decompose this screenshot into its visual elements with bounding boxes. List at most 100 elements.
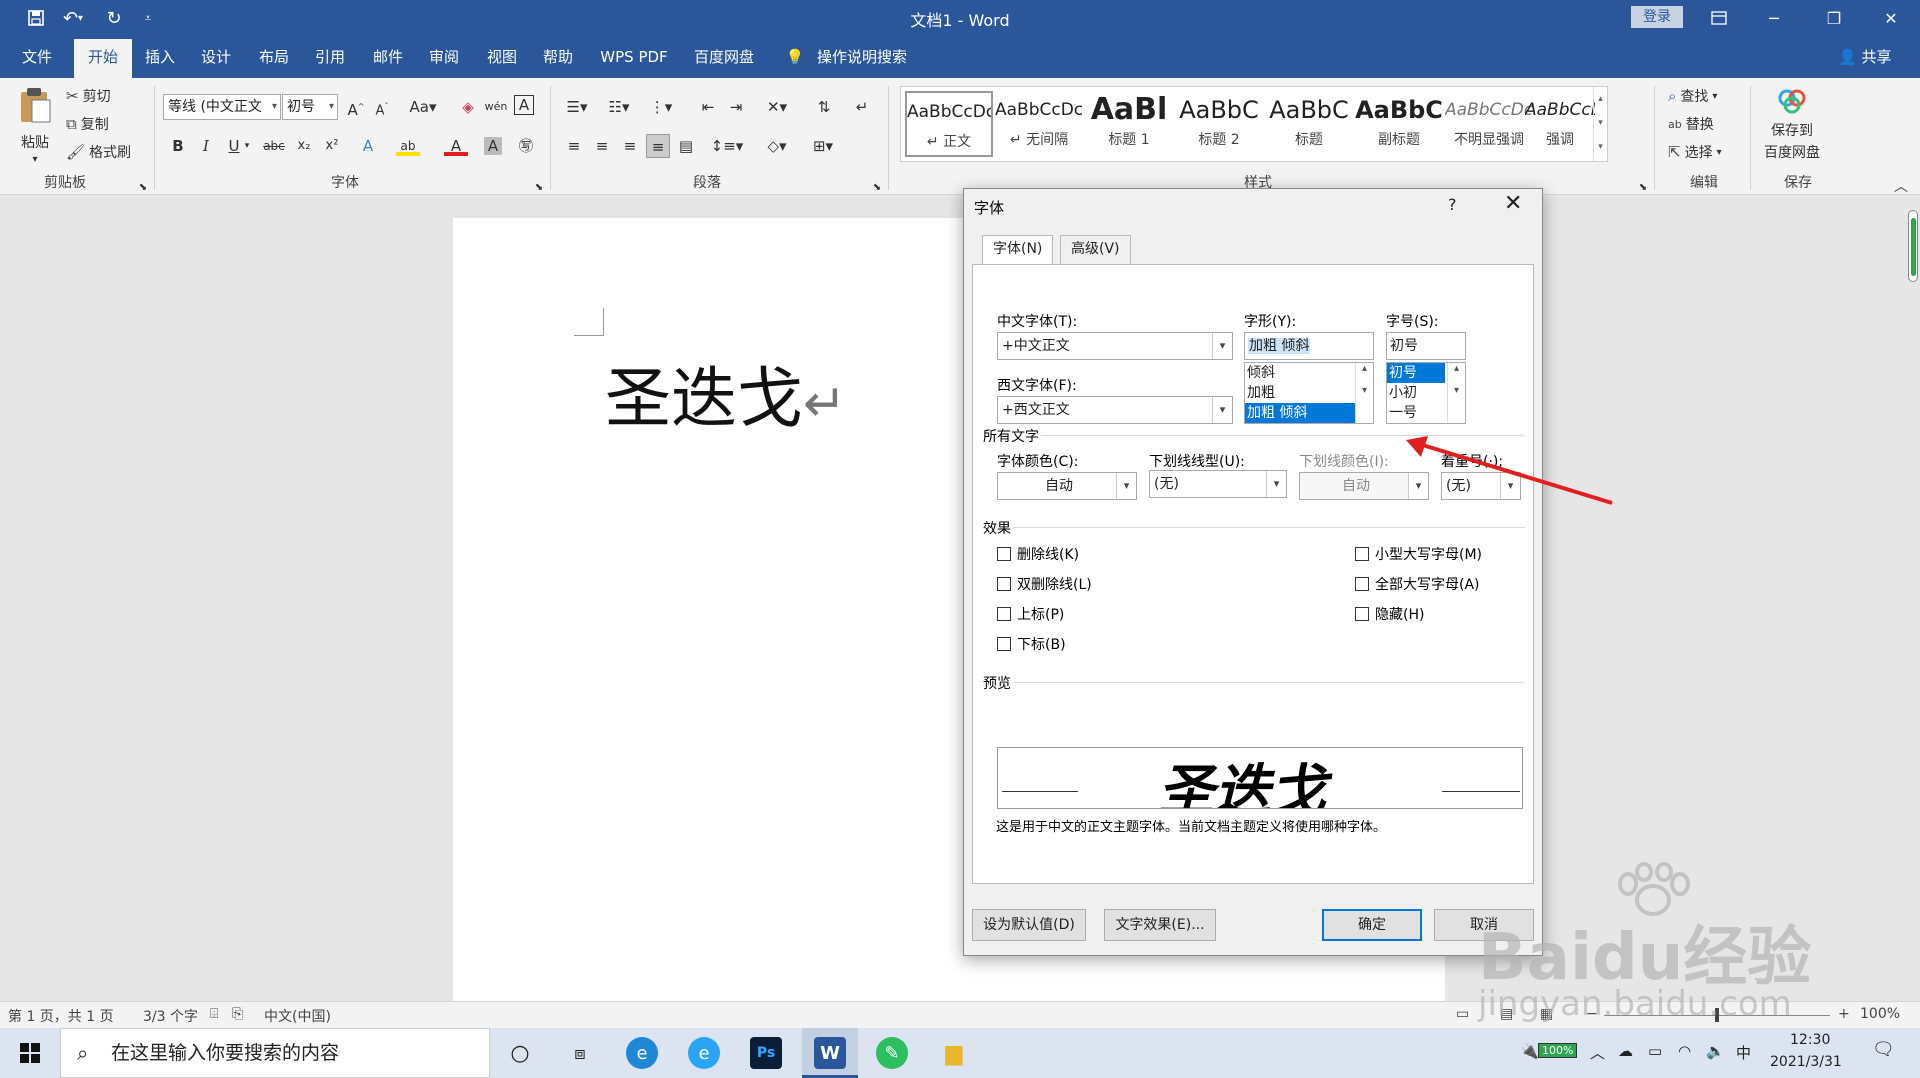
change-case-icon[interactable]: Aa▾ — [406, 95, 440, 119]
web-layout-icon[interactable]: ▦ — [1540, 1006, 1553, 1022]
double-strikethrough-checkbox[interactable]: 双删除线(L) — [997, 574, 1092, 594]
line-spacing-icon[interactable]: ↕≡▾ — [710, 134, 744, 158]
minimize-icon[interactable]: ─ — [1745, 0, 1803, 36]
print-layout-icon[interactable]: ▤ — [1500, 1006, 1513, 1022]
font-size-combo[interactable]: 初号 ▾ — [282, 94, 338, 120]
subscript-checkbox[interactable]: 下标(B) — [997, 634, 1066, 654]
checkbox-box[interactable] — [1355, 547, 1369, 561]
close-icon[interactable]: ✕ — [1504, 191, 1522, 216]
underline-style-select[interactable]: (无) ▾ — [1149, 470, 1287, 498]
style-no-spacing[interactable]: AaBbCcDc ↵ 无间隔 — [995, 91, 1083, 157]
language-status[interactable]: 中文(中国) — [264, 1006, 331, 1026]
borders-icon[interactable]: ⊞▾ — [806, 134, 840, 158]
font-color-select[interactable]: 自动 ▾ — [997, 472, 1137, 500]
windows-start-icon[interactable] — [14, 1037, 46, 1069]
chevron-down-icon[interactable]: ▾ — [240, 134, 254, 158]
evernote-icon[interactable]: ✎ — [876, 1037, 908, 1069]
list-scrollbar[interactable]: ▴ ▾ — [1447, 363, 1465, 423]
checkbox-box[interactable] — [1355, 577, 1369, 591]
tab-font[interactable]: 字体(N) — [982, 235, 1054, 266]
battery-icon[interactable]: ▭ — [1648, 1042, 1662, 1060]
list-scrollbar[interactable]: ▴ ▾ — [1355, 363, 1373, 423]
increase-indent-icon[interactable]: ⇥ — [724, 95, 748, 119]
text-effects-icon[interactable]: A — [356, 134, 380, 158]
word-icon[interactable]: W — [814, 1037, 846, 1069]
save-to-baidu-button[interactable]: 保存到 百度网盘 — [1764, 88, 1820, 162]
strikethrough-icon[interactable]: abc — [262, 134, 286, 158]
tab-advanced[interactable]: 高级(V) — [1060, 235, 1131, 264]
list-item[interactable]: 倾斜 — [1245, 363, 1355, 383]
list-item-selected[interactable]: 初号 — [1387, 363, 1445, 383]
set-default-button[interactable]: 设为默认值(D) — [972, 909, 1086, 941]
edge-icon[interactable]: e — [626, 1037, 658, 1069]
tab-insert[interactable]: 插入 — [136, 36, 184, 78]
small-caps-checkbox[interactable]: 小型大写字母(M) — [1355, 544, 1482, 564]
text-effects-button[interactable]: 文字效果(E)... — [1104, 909, 1216, 941]
login-button[interactable]: 登录 — [1631, 6, 1683, 28]
checkbox-box[interactable] — [1355, 607, 1369, 621]
font-style-list[interactable]: 倾斜 加粗 加粗 倾斜 ▴ ▾ — [1244, 362, 1374, 424]
highlight-icon[interactable]: ab — [396, 134, 420, 156]
align-left-icon[interactable]: ≡ — [562, 134, 586, 158]
help-icon[interactable]: ? — [1448, 195, 1457, 214]
superscript-checkbox[interactable]: 上标(P) — [997, 604, 1064, 624]
cortana-icon[interactable]: ○ — [504, 1037, 536, 1069]
style-heading-2[interactable]: AaBbC 标题 2 — [1175, 91, 1263, 157]
tell-me-search[interactable]: 操作说明搜索 — [812, 36, 912, 78]
align-right-icon[interactable]: ≡ — [618, 134, 642, 158]
checkbox-box[interactable] — [997, 547, 1011, 561]
character-shading-icon[interactable]: A — [484, 137, 502, 155]
cloud-icon[interactable]: ☁ — [1618, 1042, 1633, 1060]
subscript-icon[interactable]: x₂ — [292, 134, 316, 158]
tab-file[interactable]: 文件 — [10, 36, 64, 78]
clock-time[interactable]: 12:30 — [1790, 1032, 1830, 1048]
notification-icon[interactable]: 🗨 — [1872, 1039, 1895, 1060]
track-icon[interactable]: ⎘ — [232, 1006, 243, 1022]
phonetic-guide-icon[interactable]: wén — [484, 95, 508, 119]
zoom-slider-thumb[interactable] — [1715, 1008, 1719, 1022]
shrink-font-icon[interactable]: Aˇ — [370, 95, 394, 119]
volume-icon[interactable]: 🔈 — [1706, 1042, 1725, 1060]
list-item[interactable]: 加粗 — [1245, 383, 1355, 403]
align-center-icon[interactable]: ≡ — [590, 134, 614, 158]
distributed-icon[interactable]: ▤ — [674, 134, 698, 158]
proofing-icon[interactable]: ⌹ — [210, 1006, 218, 1022]
tab-design[interactable]: 设计 — [192, 36, 240, 78]
close-icon[interactable]: ✕ — [1862, 0, 1920, 36]
list-item-selected[interactable]: 加粗 倾斜 — [1245, 403, 1355, 423]
tab-wps-pdf[interactable]: WPS PDF — [592, 36, 676, 78]
clear-formatting-icon[interactable]: ◈ — [456, 95, 480, 119]
font-color-icon[interactable]: A — [444, 134, 468, 156]
character-border-icon[interactable]: A — [514, 95, 534, 115]
grow-font-icon[interactable]: A^ — [344, 95, 368, 119]
format-painter-button[interactable]: 🖌 格式刷 — [66, 142, 131, 162]
style-subtitle[interactable]: AaBbC 副标题 — [1355, 91, 1443, 157]
browser-icon[interactable]: e — [688, 1037, 720, 1069]
scrollbar-thumb[interactable] — [1911, 218, 1916, 276]
style-heading-1[interactable]: AaBl 标题 1 — [1085, 91, 1173, 157]
strikethrough-checkbox[interactable]: 删除线(K) — [997, 544, 1079, 564]
checkbox-box[interactable] — [997, 607, 1011, 621]
tab-view[interactable]: 视图 — [478, 36, 526, 78]
collapse-ribbon-icon[interactable]: ︿ — [1894, 176, 1908, 196]
checkbox-box[interactable] — [997, 577, 1011, 591]
tab-review[interactable]: 审阅 — [420, 36, 468, 78]
clock-date[interactable]: 2021/3/31 — [1770, 1054, 1842, 1070]
style-emphasis[interactable]: AaBbCcDc 强调 — [1525, 91, 1595, 157]
cancel-button[interactable]: 取消 — [1434, 909, 1534, 941]
show-marks-icon[interactable]: ↵ — [850, 95, 874, 119]
list-item[interactable]: 小初 — [1387, 383, 1445, 403]
decrease-indent-icon[interactable]: ⇤ — [696, 95, 720, 119]
emphasis-mark-select[interactable]: (无) ▾ — [1441, 472, 1521, 500]
word-count[interactable]: 3/3 个字 — [143, 1006, 198, 1026]
read-mode-icon[interactable]: ▭ — [1456, 1006, 1469, 1022]
lightbulb-icon[interactable]: 💡 — [780, 36, 810, 78]
zoom-in-icon[interactable]: + — [1838, 1006, 1850, 1022]
battery-indicator[interactable]: 100% — [1538, 1043, 1578, 1058]
shading-icon[interactable]: ◇▾ — [760, 134, 794, 158]
tab-help[interactable]: 帮助 — [534, 36, 582, 78]
sort-icon[interactable]: ⇅ — [812, 95, 836, 119]
chinese-layout-icon[interactable]: ✕▾ — [762, 95, 792, 119]
font-name-combo[interactable]: 等线 (中文正文 ▾ — [163, 94, 281, 120]
wifi-icon[interactable]: ◠ — [1678, 1042, 1691, 1060]
